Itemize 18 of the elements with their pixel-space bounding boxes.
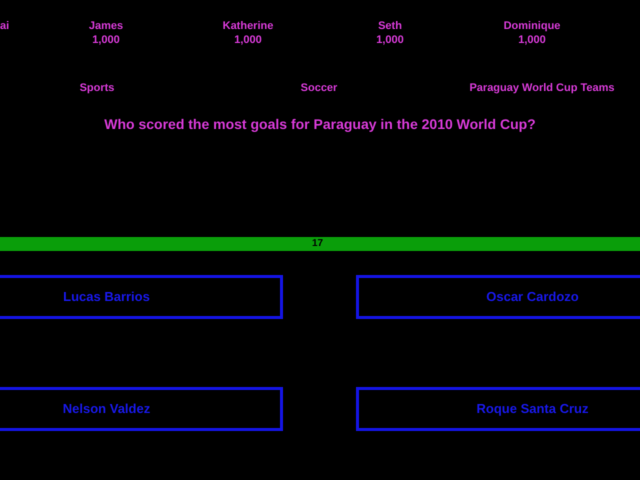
answer-button[interactable]: Oscar Cardozo: [356, 275, 640, 319]
category-label: Sports: [80, 81, 114, 95]
category-label: Soccer: [300, 81, 338, 95]
question-text: Who scored the most goals for Paraguay in the 2010 World Cup?: [104, 115, 536, 133]
player-name: James: [88, 19, 124, 33]
timer-reading: 17: [312, 237, 324, 251]
player-name: Seth: [378, 19, 402, 33]
player-score: 1,000: [376, 33, 404, 47]
player-score: 1,000: [234, 33, 262, 47]
answer-button[interactable]: Roque Santa Cruz: [356, 387, 640, 431]
category-label: Paraguay World Cup Teams: [469, 81, 615, 95]
player-score: 1,000: [518, 33, 546, 47]
player-score: 1,000: [92, 33, 120, 47]
answer-button[interactable]: Lucas Barrios: [0, 275, 283, 319]
player-name: Dominique: [504, 19, 560, 33]
player-name: ai: [0, 19, 10, 33]
player-name: Katherine: [222, 19, 274, 33]
answer-button[interactable]: Nelson Valdez: [0, 387, 283, 431]
